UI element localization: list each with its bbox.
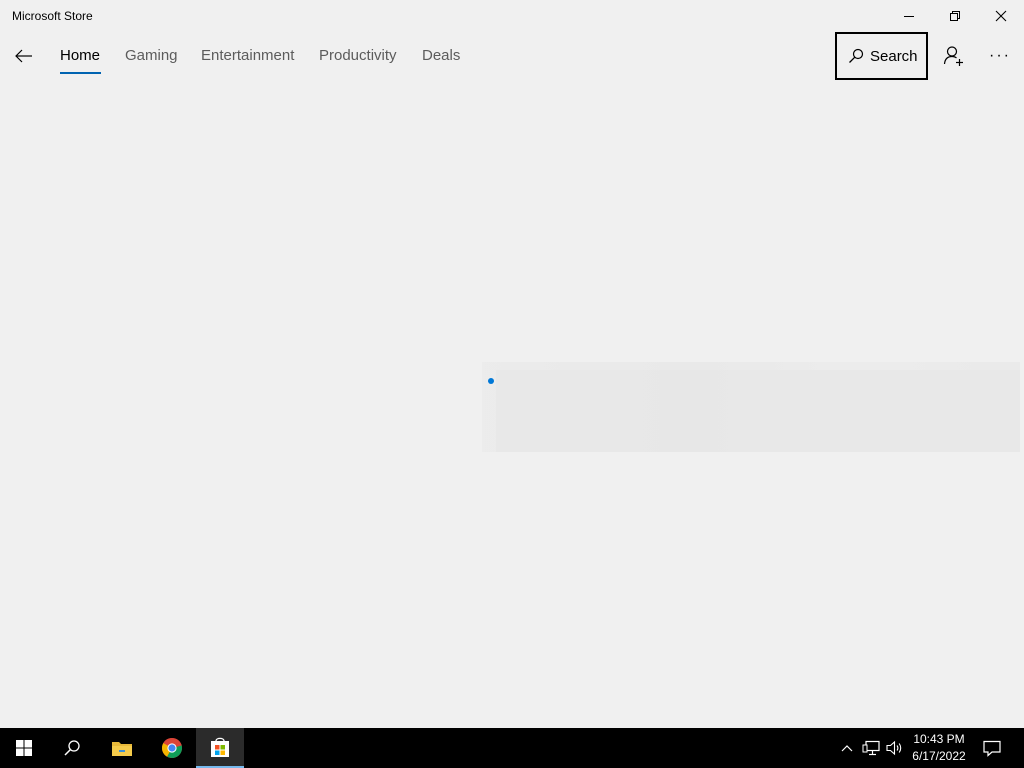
tab-entertainment[interactable]: Entertainment <box>201 47 294 64</box>
app-title: Microsoft Store <box>12 9 93 23</box>
microsoft-store-button[interactable] <box>196 728 244 768</box>
chrome-icon <box>162 737 183 759</box>
start-button[interactable] <box>0 728 48 768</box>
taskbar: 10:43 PM 6/17/2022 <box>0 728 1024 768</box>
restore-button[interactable] <box>932 0 978 32</box>
chrome-button[interactable] <box>148 728 196 768</box>
search-button[interactable]: Search <box>835 32 928 80</box>
close-icon <box>995 10 1007 22</box>
taskbar-search-button[interactable] <box>48 728 96 768</box>
search-icon <box>849 48 864 63</box>
clock-time: 10:43 PM <box>913 732 965 746</box>
title-bar: Microsoft Store <box>0 0 1024 32</box>
store-icon <box>211 737 229 757</box>
back-arrow-icon <box>15 49 32 63</box>
network-icon <box>862 740 880 756</box>
search-icon <box>64 740 80 756</box>
close-button[interactable] <box>978 0 1024 32</box>
tab-productivity[interactable]: Productivity <box>319 47 397 64</box>
volume-button[interactable] <box>884 728 906 768</box>
folder-icon <box>112 742 132 756</box>
windows-logo-icon <box>16 740 32 756</box>
restore-icon <box>950 11 960 21</box>
tab-gaming[interactable]: Gaming <box>125 47 178 64</box>
chevron-up-icon <box>841 745 853 752</box>
loading-indicator <box>488 378 494 384</box>
system-clock[interactable]: 10:43 PM 6/17/2022 <box>904 731 974 765</box>
more-options-icon: ··· <box>989 47 1011 64</box>
file-explorer-button[interactable] <box>98 728 146 768</box>
add-account-icon <box>943 46 963 66</box>
loading-placeholder-shadow <box>496 370 1020 452</box>
more-options-button[interactable]: ··· <box>980 36 1020 76</box>
active-tab-indicator <box>60 72 101 74</box>
tab-home[interactable]: Home <box>60 47 100 64</box>
network-button[interactable] <box>860 728 882 768</box>
action-center-icon <box>983 740 1001 757</box>
minimize-icon <box>904 16 914 17</box>
show-hidden-icons-button[interactable] <box>838 728 856 768</box>
volume-icon <box>886 740 902 756</box>
action-center-button[interactable] <box>980 728 1004 768</box>
back-button[interactable] <box>8 40 40 72</box>
search-label: Search <box>870 47 918 65</box>
tab-deals[interactable]: Deals <box>422 47 460 64</box>
minimize-button[interactable] <box>886 0 932 32</box>
clock-date: 6/17/2022 <box>912 749 966 763</box>
account-button[interactable] <box>934 36 974 76</box>
